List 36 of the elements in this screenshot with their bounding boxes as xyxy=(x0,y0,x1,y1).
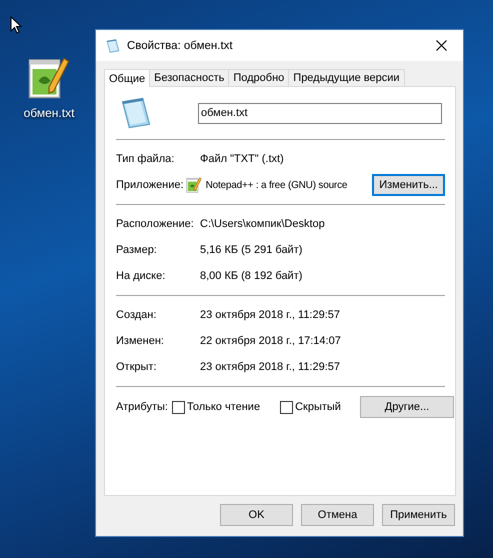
property-label: Размер: xyxy=(116,244,158,256)
mouse-cursor-icon xyxy=(10,16,22,34)
change-button[interactable]: Изменить... xyxy=(372,174,445,196)
checkbox[interactable] xyxy=(280,400,294,414)
tab[interactable]: Предыдущие версии xyxy=(288,69,405,86)
tab[interactable]: Общие xyxy=(104,69,150,87)
desktop-icon-label[interactable]: обмен.txt xyxy=(24,106,74,120)
property-value: 23 октября 2018 г., 11:29:57 xyxy=(200,309,340,321)
text-file-icon xyxy=(184,176,203,194)
property-value: Notepad++ : a free (GNU) source xyxy=(206,180,348,190)
property-label: Открыт: xyxy=(116,361,158,373)
property-label: Приложение: xyxy=(116,179,184,191)
property-label: Создан: xyxy=(116,309,158,321)
property-label: Тип файла: xyxy=(116,153,176,165)
window-title: Свойства: обмен.txt xyxy=(127,40,234,52)
property-label: На диске: xyxy=(116,270,166,282)
dialog-button[interactable]: Отмена xyxy=(301,504,374,526)
checkbox[interactable] xyxy=(172,400,185,414)
attributes-label: Атрибуты: xyxy=(116,401,168,413)
property-value: C:\Users\компик\Desktop xyxy=(200,218,325,230)
property-value: Файл "TXT" (.txt) xyxy=(200,153,284,165)
property-label: Изменен: xyxy=(116,335,165,347)
file-name-field[interactable]: обмен.txt xyxy=(198,102,442,124)
dialog-button[interactable]: Применить xyxy=(382,504,455,526)
dialog-button[interactable]: OK xyxy=(220,504,293,526)
property-value: 5,16 КБ (5 291 байт) xyxy=(200,244,302,256)
tab[interactable]: Подробно xyxy=(228,69,290,86)
property-label: Расположение: xyxy=(116,218,195,230)
checkbox-label[interactable]: Только чтение xyxy=(186,401,260,413)
other-attributes-button[interactable]: Другие... xyxy=(360,396,454,418)
property-value: 23 октября 2018 г., 11:29:57 xyxy=(200,361,340,373)
checkbox-label[interactable]: Скрытый xyxy=(295,401,341,413)
close-icon xyxy=(436,40,446,51)
property-value: 22 октября 2018 г., 17:14:07 xyxy=(200,335,341,347)
notepad-icon xyxy=(105,38,121,54)
property-value: 8,00 КБ (8 192 байт) xyxy=(200,270,302,282)
